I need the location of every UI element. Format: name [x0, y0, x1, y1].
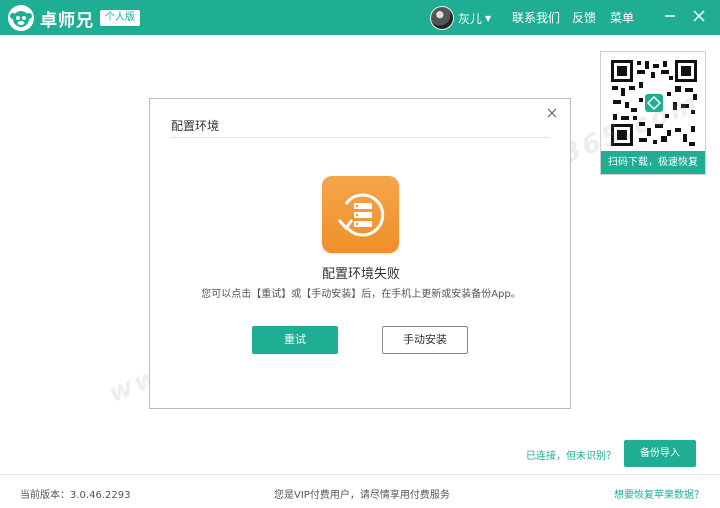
- dialog-heading: 配置环境失败: [321, 267, 400, 282]
- avatar[interactable]: [430, 6, 454, 30]
- title-bar: 卓师兄 个人版 灰儿 ▼ 联系我们 反馈 菜单: [0, 0, 720, 35]
- qr-download-card[interactable]: 扫码下载，极速恢复: [600, 51, 706, 175]
- app-logo: 卓师兄 个人版: [8, 4, 140, 32]
- user-menu[interactable]: 灰儿 ▼: [430, 5, 491, 31]
- version-text: 当前版本：3.0.46.2293: [20, 490, 131, 501]
- close-icon: [547, 108, 557, 118]
- monkey-logo-icon: [8, 5, 34, 31]
- feedback-link[interactable]: 反馈: [572, 9, 596, 26]
- app-name: 卓师兄: [40, 10, 94, 31]
- divider: [170, 137, 550, 138]
- footer-divider: [0, 474, 720, 475]
- qr-code-icon: [609, 58, 699, 148]
- close-icon: [693, 10, 705, 22]
- minimize-button[interactable]: [660, 6, 680, 26]
- configure-environment-dialog: 配置环境 配置环境失败 您可以点击【重试】或【手动安装】后，在手机上更新或安装备…: [149, 98, 571, 409]
- dialog-title: 配置环境: [171, 119, 220, 133]
- edition-badge: 个人版: [100, 10, 140, 26]
- close-window-button[interactable]: [689, 6, 709, 26]
- menu-link[interactable]: 菜单: [610, 9, 634, 26]
- vip-status-text: 您是VIP付费用户，请尽情享用付费服务: [274, 490, 450, 501]
- connected-unrecognized-link[interactable]: 已连接，但未识别？: [526, 447, 616, 462]
- minimize-icon: [665, 15, 675, 17]
- manual-install-button[interactable]: 手动安装: [382, 326, 468, 354]
- recover-apple-data-link[interactable]: 想要恢复苹果数据？: [614, 486, 704, 501]
- user-name[interactable]: 灰儿: [458, 10, 482, 27]
- contact-us-link[interactable]: 联系我们: [512, 9, 560, 26]
- dialog-message: 您可以点击【重试】或【手动安装】后，在手机上更新或安装备份App。: [201, 289, 521, 300]
- backup-import-button[interactable]: 备份导入: [624, 440, 696, 467]
- dialog-close-button[interactable]: [544, 105, 560, 121]
- backup-restore-icon: [322, 176, 399, 253]
- chevron-down-icon[interactable]: ▼: [485, 14, 491, 23]
- retry-button[interactable]: 重试: [252, 326, 338, 354]
- qr-caption: 扫码下载，极速恢复: [601, 151, 705, 174]
